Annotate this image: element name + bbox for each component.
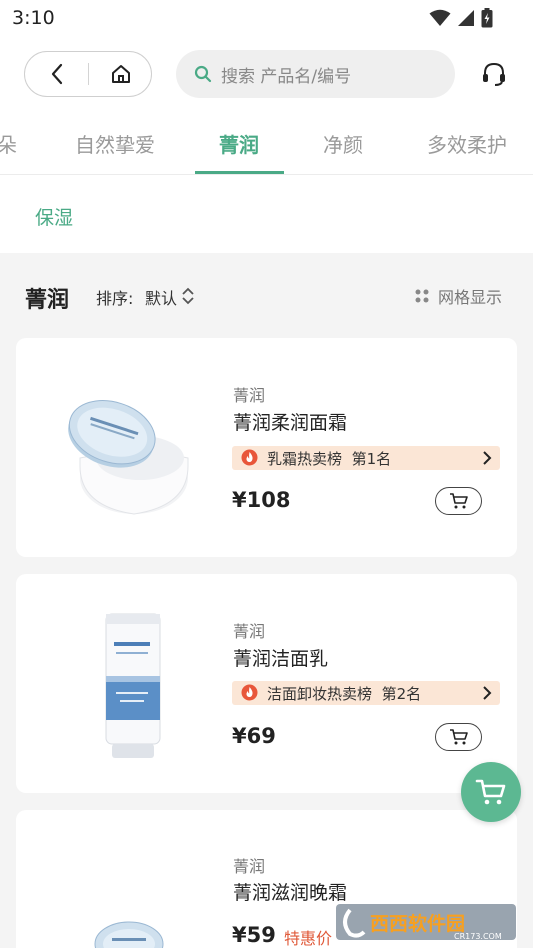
rank-text: 乳霜热卖榜 第1名 — [267, 450, 392, 468]
product-image — [94, 921, 164, 948]
flame-icon — [241, 449, 258, 466]
special-price-tag: 特惠价 — [284, 929, 333, 948]
chevron-right-icon — [483, 686, 492, 700]
status-icons — [429, 8, 493, 28]
home-button[interactable] — [89, 52, 152, 96]
product-price: ¥69 — [232, 724, 276, 748]
battery-icon — [481, 8, 493, 28]
status-time: 3:10 — [12, 7, 55, 29]
product-price: ¥108 — [232, 488, 291, 512]
list-title: 菁润 — [25, 288, 70, 313]
signal-icon — [458, 10, 474, 26]
status-bar: 3:10 — [0, 0, 533, 38]
product-name: 菁润滋润晚霜 — [233, 882, 348, 904]
sort-icon[interactable] — [181, 286, 195, 306]
customer-service-button[interactable] — [478, 58, 510, 90]
tab-category-1[interactable]: 朵 — [0, 129, 17, 158]
tab-category-4[interactable]: 净颜 — [323, 129, 363, 158]
product-brand: 菁润 — [233, 386, 266, 405]
sort-label: 排序: — [96, 289, 134, 308]
product-brand: 菁润 — [233, 857, 266, 876]
rank-banner[interactable]: 洁面卸妆热卖榜 第2名 — [232, 681, 500, 705]
chevron-right-icon — [483, 451, 492, 465]
headset-icon — [483, 62, 505, 86]
watermark-logo: 西西软件园 CR173.COM — [336, 904, 516, 941]
grid-view-toggle[interactable]: 网格显示 — [414, 284, 502, 308]
wifi-icon — [429, 9, 451, 26]
add-to-cart-button[interactable] — [435, 487, 482, 515]
product-image — [105, 613, 161, 758]
list-header: 菁润 排序: 默认 网格显示 — [0, 270, 533, 320]
watermark-sub: CR173.COM — [454, 932, 502, 941]
watermark-text: 西西软件园 — [370, 912, 465, 935]
tab-category-3[interactable]: 菁润 — [219, 129, 259, 158]
product-name: 菁润洁面乳 — [233, 648, 329, 670]
cart-icon — [449, 729, 468, 745]
product-name: 菁润柔润面霜 — [233, 412, 348, 434]
active-tab-indicator — [195, 171, 284, 174]
add-to-cart-button[interactable] — [435, 723, 482, 751]
chevron-left-icon — [51, 63, 62, 85]
search-input[interactable]: 搜索 产品名/编号 — [176, 50, 455, 98]
cart-icon — [449, 493, 468, 509]
rank-banner[interactable]: 乳霜热卖榜 第1名 — [232, 446, 500, 470]
tab-category-2[interactable]: 自然挚爱 — [75, 129, 155, 158]
rank-text: 洁面卸妆热卖榜 第2名 — [267, 685, 422, 703]
product-card[interactable]: 菁润 菁润洁面乳 洁面卸妆热卖榜 第2名 ¥69 — [16, 574, 517, 793]
back-button[interactable] — [25, 52, 88, 96]
category-tabs: 朵 自然挚爱 菁润 净颜 多效柔护 — [0, 115, 533, 175]
home-icon — [111, 65, 130, 83]
product-brand: 菁润 — [233, 622, 266, 641]
product-price: ¥59 — [232, 923, 276, 947]
search-placeholder: 搜索 产品名/编号 — [221, 66, 352, 87]
grid-icon — [415, 289, 429, 303]
floating-cart-button[interactable] — [461, 762, 521, 822]
cart-icon — [475, 779, 506, 805]
nav-capsule — [24, 51, 152, 97]
subcategory-tab[interactable]: 保湿 — [35, 203, 73, 230]
grid-view-label: 网格显示 — [438, 288, 503, 307]
search-icon — [194, 65, 212, 83]
tab-category-5[interactable]: 多效柔护 — [427, 129, 507, 158]
product-card[interactable]: 菁润 菁润柔润面霜 乳霜热卖榜 第1名 ¥108 — [16, 338, 517, 557]
flame-icon — [241, 684, 258, 701]
sort-dropdown[interactable]: 默认 — [145, 285, 177, 309]
product-image — [68, 400, 189, 515]
